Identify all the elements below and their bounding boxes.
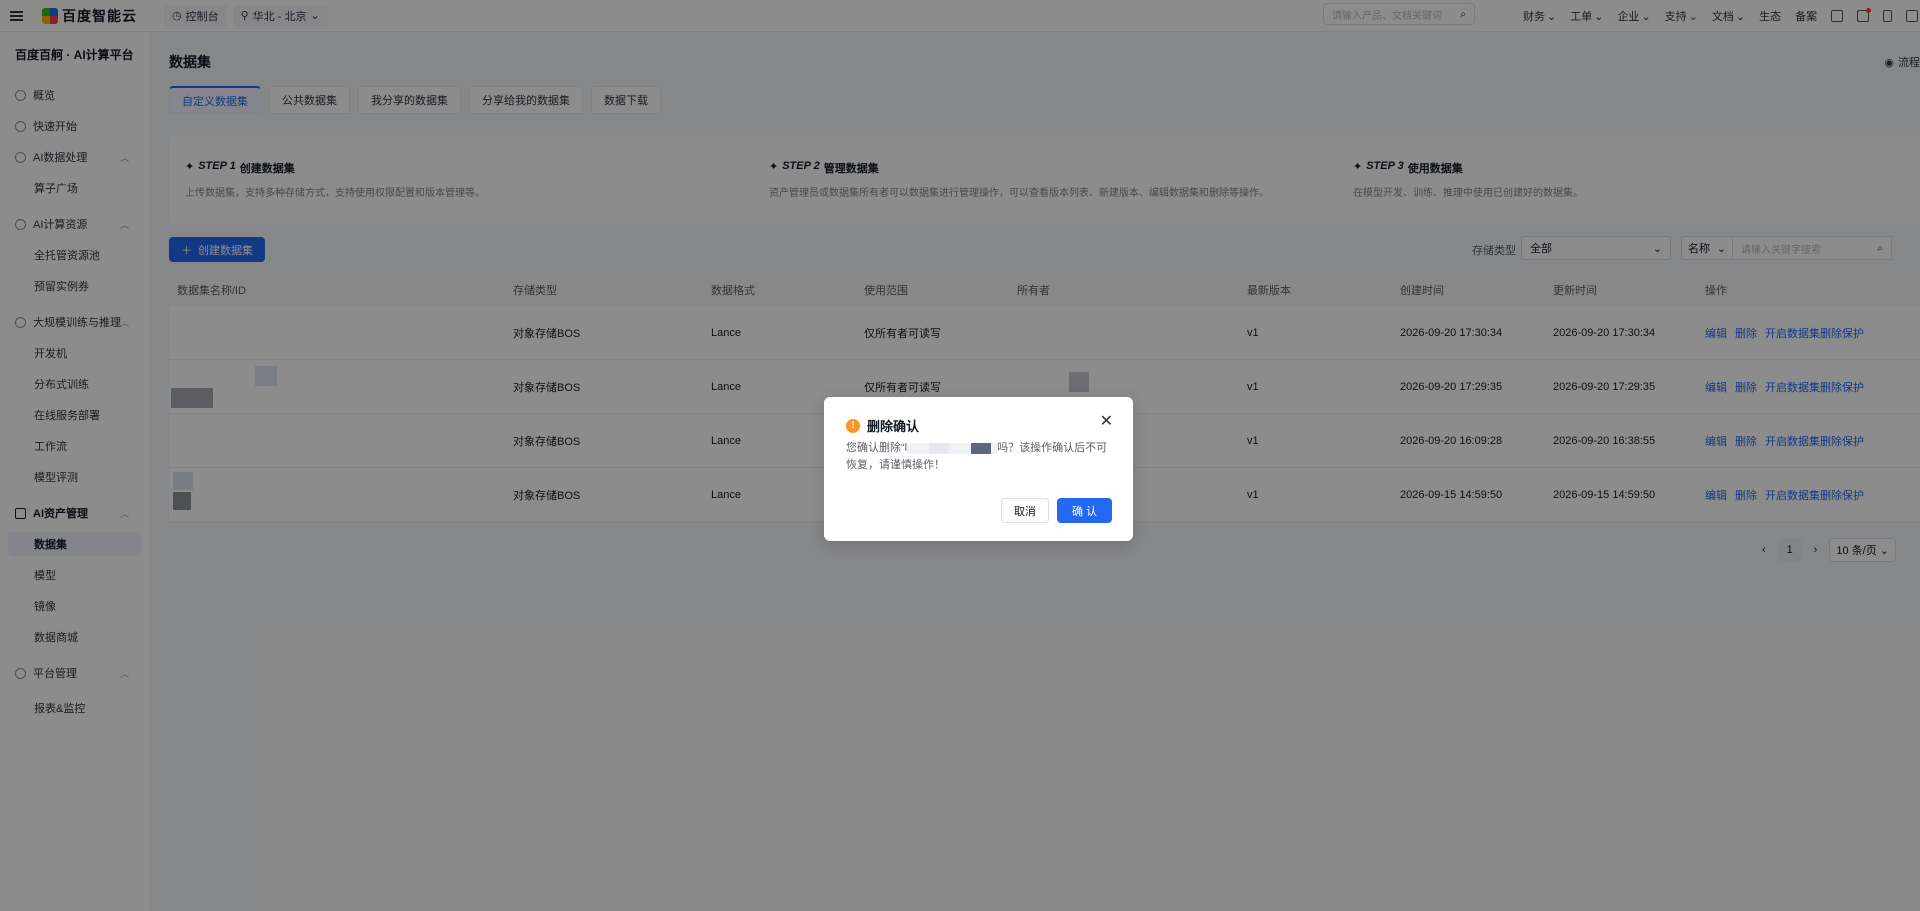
redacted-block [971,442,992,454]
warning-icon: ! [846,418,860,433]
confirm-button[interactable]: 确 认 [1056,498,1112,523]
redacted-block [949,442,972,454]
delete-confirm-dialog: ! 删除确认 ✕ 您确认删除“l 吗？该操作确认后不可恢复，请谨慎操作！ 取消 确… [824,397,1133,541]
dialog-actions: 取消 确 认 [1000,498,1112,523]
dialog-title: 删除确认 [867,419,920,434]
close-icon[interactable]: ✕ [1100,414,1113,430]
dialog-message-prefix: 您确认删除“l [846,442,908,454]
dialog-message: 您确认删除“l 吗？该操作确认后不可恢复，请谨慎操作！ [846,440,1108,474]
cancel-button[interactable]: 取消 [1000,498,1049,523]
dialog-header: ! 删除确认 [846,416,919,435]
redacted-block [929,442,950,454]
redacted-block [907,442,930,454]
